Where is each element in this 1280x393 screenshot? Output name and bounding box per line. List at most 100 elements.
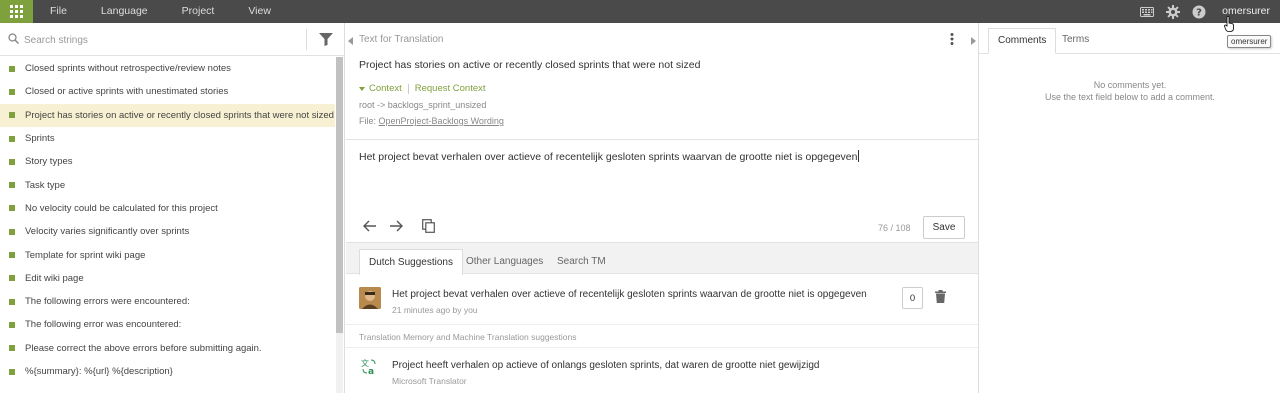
context-row: Context Request Context (359, 83, 486, 94)
source-string: Project has stories on active or recentl… (359, 59, 701, 71)
main-menu: File Language Project View (33, 0, 288, 23)
search-bar (0, 23, 345, 56)
suggestion-item: Het project bevat verhalen over actieve … (346, 277, 978, 325)
arrow-left-icon[interactable] (363, 220, 377, 235)
string-key-path: root -> backlogs_sprint_unsized (359, 100, 487, 110)
empty-comments-message: No comments yet. Use the text field belo… (979, 79, 1280, 103)
list-item[interactable]: Edit wiki page (0, 267, 335, 290)
list-item-label: Task type (25, 179, 66, 191)
comments-panel: Comments Terms No comments yet. Use the … (978, 23, 1280, 393)
menu-language[interactable]: Language (84, 0, 165, 23)
menu-project[interactable]: Project (165, 0, 232, 23)
list-item[interactable]: Template for sprint wiki page (0, 243, 335, 266)
tab-other-languages[interactable]: Other Languages (457, 249, 552, 275)
list-item[interactable]: Sprints (0, 127, 335, 150)
list-item[interactable]: No velocity could be calculated for this… (0, 197, 335, 220)
list-item-label: Sprints (25, 133, 55, 145)
grid-icon (10, 5, 23, 18)
status-square-icon (9, 368, 15, 375)
list-item[interactable]: The following errors were encountered: (0, 290, 335, 313)
list-item[interactable]: Closed sprints without retrospective/rev… (0, 57, 335, 80)
caret-down-icon (359, 86, 365, 91)
list-item[interactable]: Task type (0, 173, 335, 196)
svg-text:a: a (368, 367, 374, 375)
scrollbar-thumb[interactable] (336, 57, 343, 333)
file-row: File: OpenProject-Backlogs Wording (359, 116, 504, 126)
status-square-icon (9, 275, 15, 282)
list-item[interactable]: Project has stories on active or recentl… (0, 103, 335, 127)
empty-comments-line2: Use the text field below to add a commen… (1044, 92, 1216, 102)
vote-count[interactable]: 0 (902, 287, 923, 309)
list-item-label: %{summary}: %{url} %{description} (25, 366, 173, 377)
list-item-label: Template for sprint wiki page (25, 249, 146, 261)
request-context-link[interactable]: Request Context (415, 83, 486, 94)
list-item[interactable]: Please correct the above errors before s… (0, 337, 335, 360)
collapse-left-icon[interactable] (348, 37, 356, 45)
list-item[interactable]: %{summary}: %{url} %{description} (0, 360, 335, 383)
file-link[interactable]: OpenProject-Backlogs Wording (379, 116, 504, 126)
help-icon[interactable]: ? (1186, 0, 1212, 23)
list-item[interactable]: The following error was encountered: (0, 313, 335, 336)
editor-toolbar: 76 / 108 Save (346, 213, 978, 243)
hand-cursor-icon (1224, 16, 1234, 35)
topbar-actions: ? omersurer (1134, 0, 1280, 23)
more-options-icon[interactable] (950, 33, 954, 48)
status-square-icon (9, 298, 15, 305)
empty-comments-line1: No comments yet. (1093, 80, 1167, 90)
tab-dutch-suggestions[interactable]: Dutch Suggestions (359, 249, 463, 275)
avatar (359, 287, 381, 309)
translator-icon: 文a (361, 358, 377, 378)
keyboard-icon[interactable] (1134, 0, 1160, 23)
tab-search-tm[interactable]: Search TM (548, 249, 615, 275)
machine-translation-item: 文a Project heeft verhalen op actieve of … (346, 347, 978, 393)
username-tooltip: omersurer (1227, 35, 1272, 48)
divider (407, 83, 409, 94)
save-button[interactable]: Save (923, 216, 965, 239)
scrollbar[interactable] (336, 57, 343, 393)
filter-icon[interactable] (319, 33, 333, 49)
list-item-label: The following error was encountered: (25, 319, 182, 331)
tm-section-label: Translation Memory and Machine Translati… (359, 332, 577, 342)
context-toggle[interactable]: Context (369, 83, 402, 94)
list-item-label: No velocity could be calculated for this… (25, 202, 218, 214)
translation-editor: Text for Translation Project has stories… (346, 23, 978, 393)
status-square-icon (9, 345, 15, 352)
status-square-icon (9, 205, 15, 212)
gear-icon[interactable] (1160, 0, 1186, 23)
menu-file[interactable]: File (33, 0, 84, 23)
list-item[interactable]: Closed or active sprints with unestimate… (0, 80, 335, 103)
tab-comments[interactable]: Comments (988, 28, 1057, 54)
list-item[interactable]: Story types (0, 150, 335, 173)
machine-translation-source: Microsoft Translator (392, 376, 467, 386)
copy-source-icon[interactable] (422, 219, 435, 236)
translation-textarea[interactable]: Het project bevat verhalen over actieve … (359, 150, 860, 163)
list-item-label: The following errors were encountered: (25, 296, 190, 308)
list-item-label: Please correct the above errors before s… (25, 342, 262, 354)
status-square-icon (9, 228, 15, 235)
svg-text:?: ? (1196, 7, 1202, 18)
username[interactable]: omersurer (1212, 0, 1280, 23)
search-input[interactable] (24, 31, 304, 49)
trash-icon[interactable] (935, 290, 946, 306)
status-square-icon (9, 135, 15, 142)
text-caret (858, 150, 860, 162)
suggestion-meta: 21 minutes ago by you (392, 305, 478, 315)
status-square-icon (9, 65, 15, 72)
status-square-icon (9, 252, 15, 259)
source-heading: Text for Translation (359, 34, 444, 45)
arrow-right-icon[interactable] (389, 220, 403, 235)
status-square-icon (9, 182, 15, 189)
list-item[interactable]: Velocity varies significantly over sprin… (0, 220, 335, 243)
strings-list: Closed sprints without retrospective/rev… (0, 57, 335, 383)
list-item-label: Velocity varies significantly over sprin… (25, 226, 190, 238)
machine-translation-text: Project heeft verhalen op actieve of onl… (392, 360, 820, 371)
search-icon (8, 33, 20, 47)
character-counter: 76 / 108 (878, 223, 911, 233)
suggestion-text: Het project bevat verhalen over actieve … (392, 289, 867, 300)
top-bar: File Language Project View ? omersurer (0, 0, 1280, 23)
status-square-icon (9, 88, 15, 95)
tab-terms[interactable]: Terms (1053, 28, 1098, 54)
apps-menu-button[interactable] (0, 0, 33, 23)
status-square-icon (9, 158, 15, 165)
menu-view[interactable]: View (231, 0, 288, 23)
